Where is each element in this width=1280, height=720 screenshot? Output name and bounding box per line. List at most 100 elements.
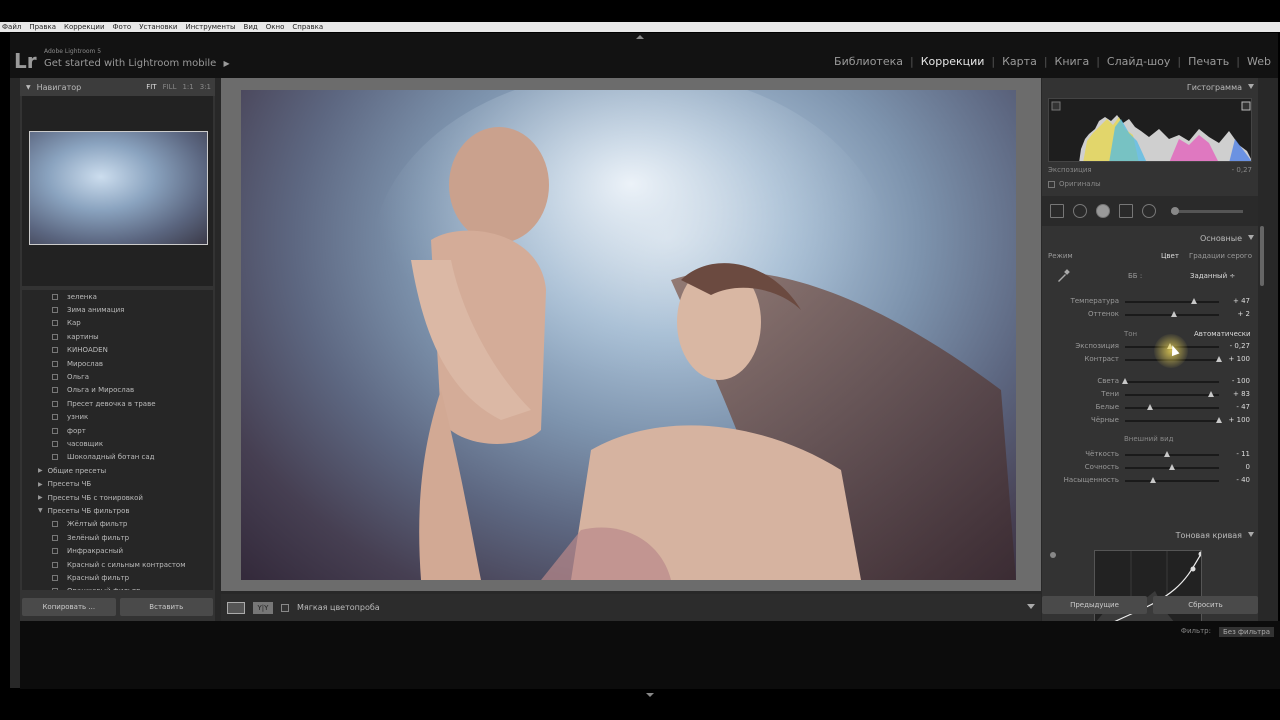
slider-value[interactable]: - 40 [1236,476,1250,484]
collapse-icon[interactable] [1248,532,1254,537]
treatment-color[interactable]: Цвет [1161,252,1179,260]
mobile-link[interactable]: Get started with Lightroom mobile ▶ [44,58,230,69]
tone-auto-button[interactable]: Автоматически [1194,330,1251,338]
collapse-top-panel-icon[interactable] [636,35,644,39]
slider-thumb[interactable] [1207,391,1214,397]
preset-item[interactable]: Пресет девочка в траве [22,397,213,410]
collapse-icon[interactable]: ▼ [26,84,31,91]
slider-track[interactable] [1125,454,1219,456]
zoom-3-1[interactable]: 3:1 [200,83,211,91]
module-develop[interactable]: Коррекции [914,55,992,68]
zoom-fit[interactable]: FIT [146,83,156,91]
slider-track[interactable] [1125,480,1219,482]
photo-image[interactable] [241,90,1016,580]
slider-thumb[interactable] [1147,404,1154,410]
expand-icon[interactable]: ▼ [38,507,43,514]
target-adjust-icon[interactable] [1050,552,1056,558]
preset-item[interactable]: форт [22,424,213,437]
slider-thumb[interactable] [1169,464,1175,470]
preset-item[interactable]: Зелёный фильтр [22,531,213,544]
filter-dropdown[interactable]: Без фильтра [1218,627,1274,637]
preset-item[interactable]: картины [22,330,213,343]
paste-button[interactable]: Вставить [119,598,213,616]
loupe-view-icon[interactable] [227,601,245,614]
basic-header[interactable]: Основные [1042,228,1258,248]
slider-track[interactable] [1125,381,1219,383]
spot-removal-icon[interactable] [1073,204,1087,218]
originals-toggle[interactable]: Оригиналы [1048,180,1101,188]
menu-view[interactable]: Вид [244,22,258,32]
slider-value[interactable]: + 100 [1229,416,1250,424]
preset-item[interactable]: Инфракрасный [22,544,213,557]
preset-item[interactable]: Мирослав [22,357,213,370]
preset-item[interactable]: Красный фильтр [22,571,213,584]
menu-help[interactable]: Справка [292,22,323,32]
slider-thumb[interactable] [1150,477,1157,483]
slider-thumb[interactable] [1170,311,1177,317]
collapse-icon[interactable]: ▶ [38,481,43,488]
slider-thumb[interactable] [1216,417,1222,423]
slider-value[interactable]: - 0,27 [1230,342,1250,350]
slider-track[interactable] [1125,420,1219,422]
preset-item[interactable]: Ольга и Мирослав [22,384,213,397]
navigator-thumbnail[interactable] [29,131,208,245]
module-map[interactable]: Карта [995,55,1044,68]
collapse-icon[interactable]: ▶ [38,494,43,501]
slider-track[interactable] [1125,407,1219,409]
reset-button[interactable]: Сбросить [1153,596,1258,614]
originals-checkbox[interactable] [1048,180,1055,188]
module-web[interactable]: Web [1240,55,1278,68]
collapse-icon[interactable] [1248,84,1254,89]
slider-thumb[interactable] [1164,451,1171,457]
zoom-fill[interactable]: FILL [163,83,177,91]
module-slideshow[interactable]: Слайд-шоу [1100,55,1177,68]
menu-file[interactable]: Файл [2,22,21,32]
preset-item[interactable]: Ольга [22,370,213,383]
crop-icon[interactable] [1050,204,1064,218]
preset-item[interactable]: Зима анимация [22,303,213,316]
slider-value[interactable]: - 47 [1236,403,1250,411]
preset-folder[interactable]: ▶ Пресеты ЧБ [22,477,213,490]
menu-window[interactable]: Окно [266,22,285,32]
preset-item[interactable]: зеленка [22,290,213,303]
slider-thumb[interactable] [1122,378,1128,384]
collapse-icon[interactable]: ▶ [38,467,43,474]
toolbar-menu-icon[interactable] [1027,604,1035,609]
slider-value[interactable]: - 100 [1232,377,1250,385]
module-book[interactable]: Книга [1048,55,1097,68]
slider-track[interactable] [1125,301,1219,303]
slider-value[interactable]: 0 [1246,463,1250,471]
slider-value[interactable]: - 11 [1236,450,1250,458]
module-print[interactable]: Печать [1181,55,1236,68]
menu-settings[interactable]: Установки [139,22,177,32]
collapse-filmstrip-icon[interactable] [646,693,654,697]
zoom-1-1[interactable]: 1:1 [182,83,193,91]
slider-value[interactable]: + 100 [1229,355,1250,363]
preset-folder[interactable]: ▼ Пресеты ЧБ фильтров [22,504,213,517]
menu-tools[interactable]: Инструменты [185,22,235,32]
preset-item[interactable]: Кар [22,317,213,330]
soft-proof-checkbox[interactable] [281,603,289,612]
preset-item[interactable]: узник [22,411,213,424]
copy-button[interactable]: Копировать ... [22,598,116,616]
preset-folder[interactable]: ▶ Пресеты ЧБ с тонировкой [22,491,213,504]
histogram-header[interactable]: Гистограмма [1042,78,1258,96]
slider-value[interactable]: + 83 [1233,390,1250,398]
preset-folder[interactable]: ▶ Общие пресеты [22,464,213,477]
wb-eyedropper-icon[interactable] [1056,268,1070,282]
preset-item[interactable]: Жёлтый фильтр [22,518,213,531]
graduated-filter-icon[interactable] [1119,204,1133,218]
treatment-bw[interactable]: Градации серого [1189,252,1252,260]
collapse-icon[interactable] [1248,235,1254,240]
red-eye-icon[interactable] [1096,204,1110,218]
menu-edit[interactable]: Правка [29,22,56,32]
module-library[interactable]: Библиотека [827,55,910,68]
preset-item[interactable]: Красный с сильным контрастом [22,558,213,571]
preset-item[interactable]: часовщик [22,437,213,450]
previous-button[interactable]: Предыдущие [1042,596,1147,614]
slider-value[interactable]: + 2 [1237,310,1250,318]
mobile-link-text[interactable]: Get started with Lightroom mobile [44,58,216,69]
menu-develop[interactable]: Коррекции [64,22,105,32]
preset-item[interactable]: Оранжевый фильтр [22,585,213,590]
wb-select[interactable]: Заданный ÷ [1190,272,1235,280]
